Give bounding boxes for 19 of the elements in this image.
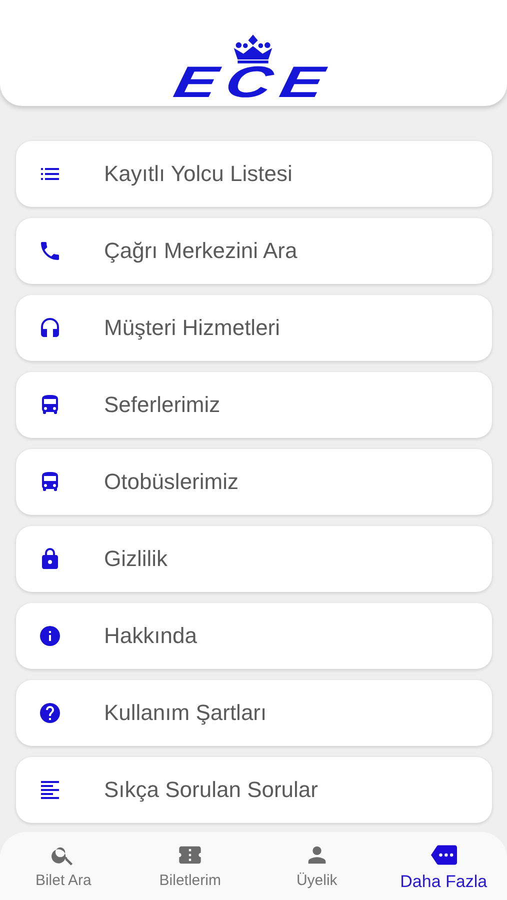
help-icon [38, 701, 62, 725]
tab-item[interactable]: Biletlerim [126, 832, 254, 900]
tab-item[interactable]: Üyelik [254, 832, 380, 900]
text-lines-icon [38, 778, 62, 802]
menu-item[interactable]: Kayıtlı Yolcu Listesi [16, 141, 492, 207]
menu-item[interactable]: Müşteri Hizmetleri [16, 295, 492, 361]
headset-icon [38, 316, 62, 340]
tab-item[interactable]: Daha Fazla [380, 832, 507, 900]
menu-item[interactable]: Otobüslerimiz [16, 449, 492, 515]
menu-item[interactable]: Sıkça Sorulan Sorular [16, 757, 492, 823]
menu-item[interactable]: Gizlilik [16, 526, 492, 592]
menu-item[interactable]: Kullanım Şartları [16, 680, 492, 746]
menu-item[interactable]: Seferlerimiz [16, 372, 492, 438]
menu-item[interactable]: Çağrı Merkezini Ara [16, 218, 492, 284]
logo-text: ECE [168, 65, 338, 101]
info-icon [38, 624, 62, 648]
phone-icon [38, 239, 62, 263]
tab-item[interactable]: Bilet Ara [0, 832, 127, 900]
menu-item[interactable]: Hakkında [16, 603, 492, 669]
